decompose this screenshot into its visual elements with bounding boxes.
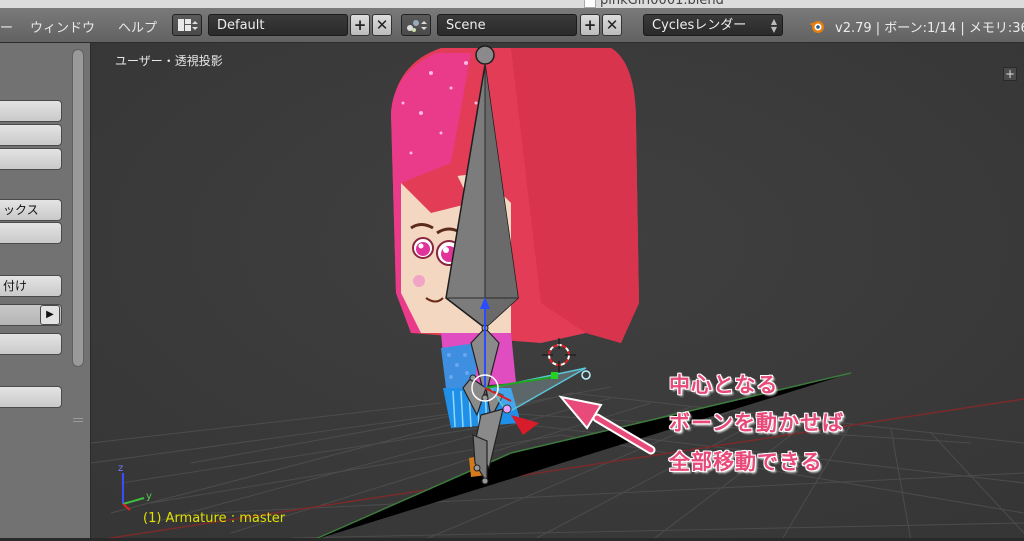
screen-layout-field[interactable]: Default [208,14,348,36]
tool-shelf: ックス 付け ▶ [0,43,91,541]
document-icon [584,0,596,8]
render-engine-dropdown[interactable]: Cyclesレンダー ▲ ▼ [643,14,783,36]
tool-button[interactable] [0,333,62,355]
y-axis-label: y [146,491,152,502]
tool-button[interactable]: 付け [0,275,62,297]
chevron-updown-icon: ▲ ▼ [770,17,777,34]
menu-item-render[interactable]: ー [0,17,13,36]
screen-layout-selector[interactable] [172,14,202,36]
tool-button[interactable] [0,148,62,170]
tool-button[interactable] [0,222,62,244]
properties-toggle-plus-icon[interactable]: + [1003,67,1017,81]
layout-icon [178,19,198,31]
delete-layout-button[interactable]: ✕ [372,14,392,36]
annotation-line-2: ボーンを動かせば [669,411,844,435]
3d-viewport[interactable]: ユーザー・透視投影 z y (1) Armature : master + 中心… [91,43,1024,541]
add-scene-button[interactable]: + [580,14,600,36]
panel-grip[interactable] [73,421,83,422]
annotation-line-3: 全部移動できる [669,450,823,474]
panel-grip[interactable] [73,418,83,419]
play-arrow-icon[interactable]: ▶ [40,305,60,325]
z-axis-label: z [118,463,124,474]
window-title: pinkGirl0001.blend [600,0,724,8]
info-header: ー ウィンドウ ヘルプ Default + ✕ Scene + ✕ Cycles… [0,8,1024,43]
tool-button[interactable]: ックス [0,199,62,221]
tool-shelf-scrollbar[interactable] [72,49,84,367]
add-layout-button[interactable]: + [350,14,370,36]
tool-button[interactable] [0,386,62,408]
scene-selector[interactable] [401,14,431,36]
render-engine-label: Cyclesレンダー [652,18,747,33]
view-mode-label: ユーザー・透視投影 [115,54,223,68]
scene-icon [407,20,427,32]
annotation-line-1: 中心となる [669,373,779,397]
blender-logo-icon [809,21,824,33]
tool-button[interactable] [0,124,62,146]
menu-item-help[interactable]: ヘルプ [118,17,157,36]
active-object-label: (1) Armature : master [143,511,286,526]
delete-scene-button[interactable]: ✕ [602,14,622,36]
tool-button[interactable] [0,100,62,122]
window-title-bar: pinkGirl0001.blend [0,0,1024,8]
scene-field[interactable]: Scene [437,14,577,36]
viewport-scene [91,43,1024,541]
menu-item-window[interactable]: ウィンドウ [30,17,95,36]
scene-statistics: v2.79 | ボーン:1/14 | メモリ:36 [835,21,1024,36]
